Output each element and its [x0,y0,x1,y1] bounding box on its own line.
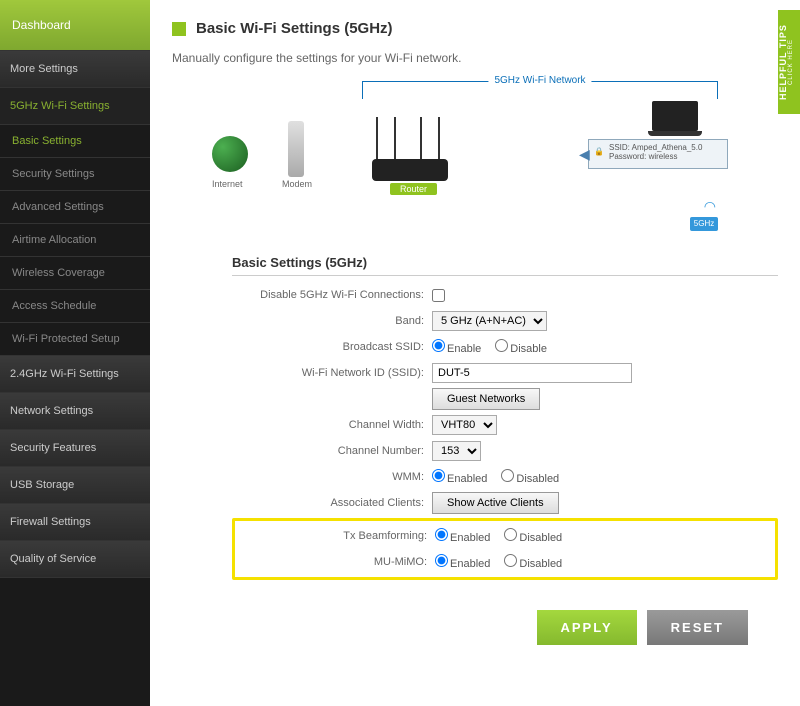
band-label: Band: [232,315,432,327]
sidebar-firewall[interactable]: Firewall Settings [0,504,150,541]
sidebar-airtime-allocation[interactable]: Airtime Allocation [0,224,150,257]
page-title: Basic Wi-Fi Settings (5GHz) [196,20,393,37]
sidebar-security-settings[interactable]: Security Settings [0,158,150,191]
broadcast-disable-radio[interactable] [495,339,508,352]
show-clients-button[interactable]: Show Active Clients [432,492,559,514]
guest-networks-button[interactable]: Guest Networks [432,388,540,410]
wmm-enabled-radio[interactable] [432,469,445,482]
router-icon [362,111,458,181]
diagram-password: Password: wireless [609,152,721,161]
router-label: Router [390,183,437,195]
sidebar-network-settings[interactable]: Network Settings [0,393,150,430]
mumimo-enabled-radio[interactable] [435,554,448,567]
sidebar-access-schedule[interactable]: Access Schedule [0,290,150,323]
sidebar-security-features[interactable]: Security Features [0,430,150,467]
settings-form: Disable 5GHz Wi-Fi Connections: Band:5 G… [232,282,778,580]
channel-width-select[interactable]: VHT80 [432,415,497,435]
txbf-enabled-radio[interactable] [435,528,448,541]
modem-label: Modem [282,179,312,189]
broadcast-label: Broadcast SSID: [232,341,432,353]
sidebar-more-settings[interactable]: More Settings [0,51,150,88]
broadcast-enable-radio[interactable] [432,339,445,352]
5ghz-badge: 5GHz [690,217,718,231]
internet-icon [212,136,248,172]
apply-button[interactable]: APPLY [537,610,637,645]
page-subtitle: Manually configure the settings for your… [172,51,778,65]
txbf-label: Tx Beamforming: [235,530,435,542]
sidebar-wireless-coverage[interactable]: Wireless Coverage [0,257,150,290]
title-square-icon [172,22,186,36]
sidebar-wps[interactable]: Wi-Fi Protected Setup [0,323,150,356]
sidebar-basic-settings[interactable]: Basic Settings [0,125,150,158]
channel-number-label: Channel Number: [232,445,432,457]
disable-checkbox[interactable] [432,289,445,302]
channel-number-select[interactable]: 153 [432,441,481,461]
assoc-clients-label: Associated Clients: [232,497,432,509]
reset-button[interactable]: RESET [647,610,748,645]
section-heading: Basic Settings (5GHz) [232,255,778,276]
diagram-top-label: 5GHz Wi-Fi Network [488,75,591,86]
laptop-icon [652,101,698,131]
sidebar-advanced-settings[interactable]: Advanced Settings [0,191,150,224]
ssid-info-box: 🔒 SSID: Amped_Athena_5.0 Password: wirel… [588,139,728,169]
txbf-disabled-radio[interactable] [504,528,517,541]
modem-icon [288,121,304,177]
mumimo-disabled-radio[interactable] [504,554,517,567]
wifi-icon: ◠ [704,198,716,215]
helpful-tips-tab[interactable]: HELPFUL TIPSCLICK HERE [778,10,800,114]
ssid-label: Wi-Fi Network ID (SSID): [232,367,432,379]
highlight-box: Tx Beamforming:EnabledDisabled MU-MiMO:E… [232,518,778,580]
wmm-label: WMM: [232,471,432,483]
mumimo-label: MU-MiMO: [235,556,435,568]
sidebar-2-4ghz[interactable]: 2.4GHz Wi-Fi Settings [0,356,150,393]
sidebar: Dashboard More Settings 5GHz Wi-Fi Setti… [0,0,150,706]
sidebar-qos[interactable]: Quality of Service [0,541,150,578]
band-select[interactable]: 5 GHz (A+N+AC) [432,311,547,331]
sidebar-dashboard[interactable]: Dashboard [0,0,150,51]
channel-width-label: Channel Width: [232,419,432,431]
main-content: Basic Wi-Fi Settings (5GHz) Manually con… [150,0,800,706]
internet-label: Internet [212,179,243,189]
diagram-ssid: SSID: Amped_Athena_5.0 [609,143,721,152]
ssid-input[interactable] [432,363,632,383]
wmm-disabled-radio[interactable] [501,469,514,482]
sidebar-5ghz-section[interactable]: 5GHz Wi-Fi Settings [0,88,150,125]
network-diagram: 5GHz Wi-Fi Network Internet Modem Router… [212,81,758,231]
disable-label: Disable 5GHz Wi-Fi Connections: [232,289,432,301]
sidebar-usb-storage[interactable]: USB Storage [0,467,150,504]
